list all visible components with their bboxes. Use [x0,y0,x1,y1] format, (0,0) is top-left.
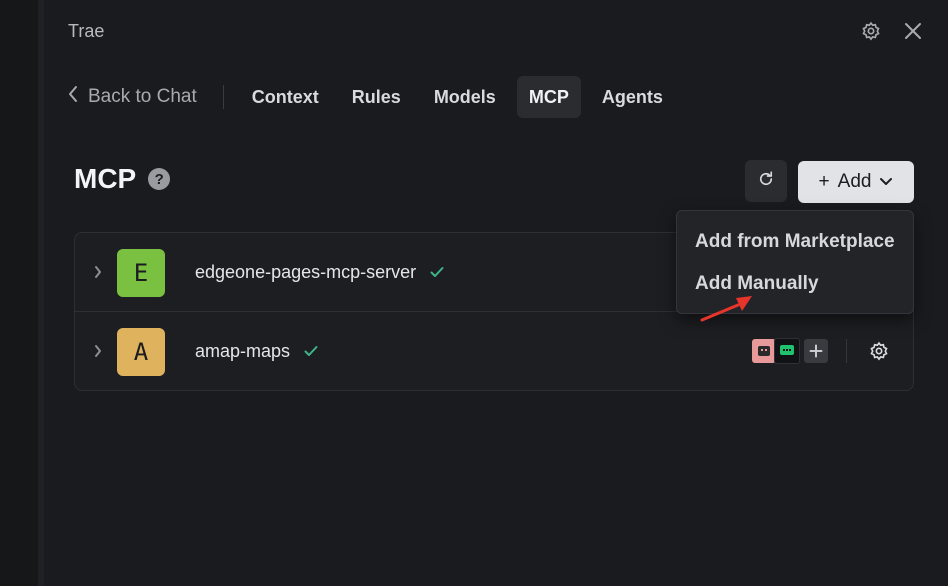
server-name-label: amap-maps [195,340,291,361]
check-icon [430,262,444,283]
close-icon[interactable] [902,20,924,42]
gear-icon[interactable] [867,339,891,363]
server-name: edgeone-pages-mcp-server [195,262,444,283]
settings-nav: Back to Chat Context Rules Models MCP Ag… [64,76,684,118]
add-button-label: Add [837,171,872,192]
menu-item-add-from-marketplace[interactable]: Add from Marketplace [695,231,895,253]
server-name: amap-maps [195,341,318,362]
gear-icon[interactable] [860,20,882,42]
server-tools [752,338,891,364]
tab-models[interactable]: Models [422,76,508,118]
plus-icon: + [818,171,830,192]
back-to-chat-label: Back to Chat [88,86,197,107]
server-name-label: edgeone-pages-mcp-server [195,261,417,282]
annotation-arrow-icon [700,292,756,329]
refresh-button[interactable] [745,160,787,202]
server-avatar: E [117,249,165,297]
chevron-right-icon[interactable] [91,342,105,360]
tool-robot-icon[interactable] [752,339,776,363]
editor-side-strip [0,0,38,586]
tab-rules[interactable]: Rules [340,76,413,118]
settings-panel: Trae Back to Chat Context Rules Models M… [44,0,948,586]
tab-mcp[interactable]: MCP [516,76,581,118]
check-icon [304,341,318,362]
refresh-icon [757,170,775,193]
help-icon[interactable]: ? [148,168,171,190]
server-row[interactable]: A amap-maps [75,311,913,390]
add-tool-button[interactable] [804,339,828,363]
tool-chat-icon[interactable] [774,338,800,364]
page-title: MCP [74,163,137,194]
add-button[interactable]: + Add [798,161,914,203]
nav-divider [222,85,224,109]
tab-agents[interactable]: Agents [590,76,675,118]
chevron-left-icon [68,85,78,109]
panel-title: Trae [68,21,105,41]
chevron-right-icon[interactable] [91,263,105,281]
tab-context[interactable]: Context [240,76,331,118]
tools-divider [846,339,847,363]
server-avatar: A [117,328,165,376]
section-header: MCP ? [74,163,171,195]
chevron-down-icon [879,171,893,193]
back-to-chat-link[interactable]: Back to Chat [64,85,201,109]
